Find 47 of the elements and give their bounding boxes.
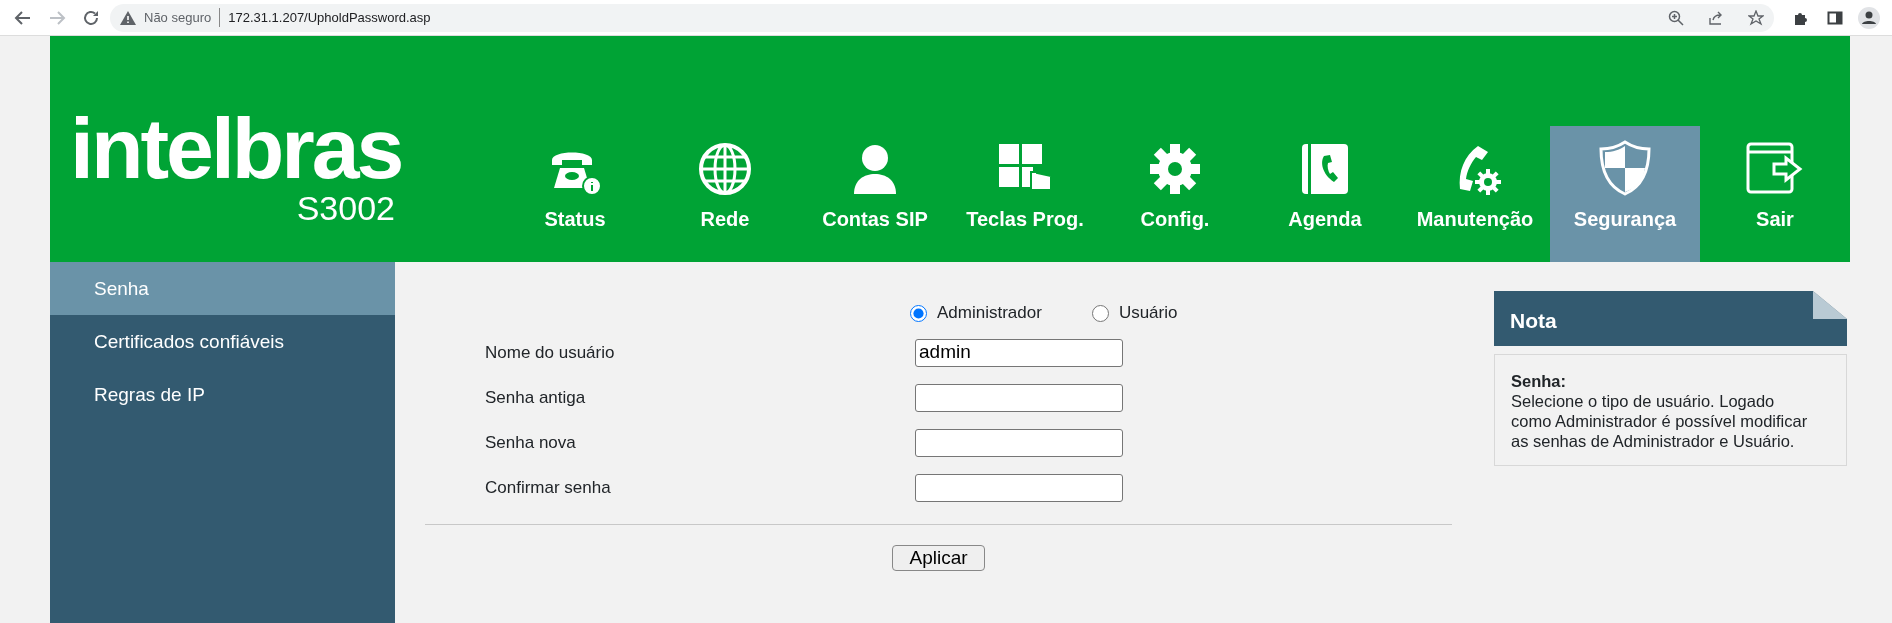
field-label: Senha antiga: [484, 386, 587, 409]
zoom-icon[interactable]: [1668, 9, 1684, 26]
globe-icon: [698, 142, 752, 196]
security-label: Não seguro: [144, 7, 221, 28]
note-text: Selecione o tipo de usuário. Logado como Administrador é possível modificar as senhas de Administrador e Usuário.: [1511, 392, 1808, 450]
field-label: Confirmar senha: [484, 476, 612, 499]
sidebar-item[interactable]: Certificados confiáveis: [50, 315, 395, 368]
warning-icon: [120, 10, 136, 25]
nav-tab[interactable]: Manutenção: [1400, 126, 1550, 262]
side-panel-icon: [1827, 9, 1843, 26]
shield-icon: [1598, 140, 1652, 196]
radio-label: Administrador: [937, 302, 1042, 325]
sidebar-item[interactable]: Regras de IP: [50, 368, 395, 421]
note-heading: Senha:: [1511, 371, 1567, 391]
apply-button[interactable]: Aplicar: [892, 545, 985, 571]
settings-icon: [1148, 142, 1202, 196]
folded-corner-icon: [1813, 291, 1847, 319]
radio-label: Usuário: [1118, 302, 1178, 325]
sidebar-item[interactable]: Senha: [50, 262, 395, 315]
back-arrow-icon: [14, 8, 32, 27]
nav-tab[interactable]: Status: [500, 126, 650, 262]
input-field[interactable]: [915, 383, 1123, 412]
radio-button[interactable]: [1091, 304, 1109, 322]
radio-button[interactable]: [910, 304, 927, 322]
share-icon[interactable]: [1708, 9, 1724, 26]
nav-tab[interactable]: Sair: [1700, 126, 1850, 262]
exit-icon: [1746, 142, 1804, 196]
star-icon[interactable]: [1748, 9, 1764, 26]
field-label: Senha nova: [484, 431, 577, 454]
input-field[interactable]: admin: [915, 338, 1123, 367]
nav-tab[interactable]: Agenda: [1250, 126, 1400, 262]
reload-icon: [82, 8, 100, 27]
field-label: Nome do usuário: [484, 341, 616, 364]
nav-tab[interactable]: Config.: [1100, 126, 1250, 262]
nav-tab[interactable]: Rede: [650, 126, 800, 262]
note-title: Nota: [1510, 309, 1557, 332]
nav-tab[interactable]: Segurança: [1550, 126, 1700, 262]
url-text: 172.31.1.207/UpholdPassword.asp: [228, 8, 431, 27]
nav-tab[interactable]: Teclas Prog.: [950, 126, 1100, 262]
address-bar[interactable]: Não seguro 172.31.1.207/UpholdPassword.asp: [110, 3, 1774, 32]
input-field[interactable]: [915, 473, 1123, 502]
input-field[interactable]: [915, 428, 1123, 457]
forward-arrow-icon: [48, 8, 66, 27]
phonebook-icon: [1300, 142, 1350, 196]
model-name: S3002: [296, 188, 395, 228]
brand-logo: intelbras: [70, 108, 400, 188]
nav-tab[interactable]: Contas SIP: [800, 126, 950, 262]
